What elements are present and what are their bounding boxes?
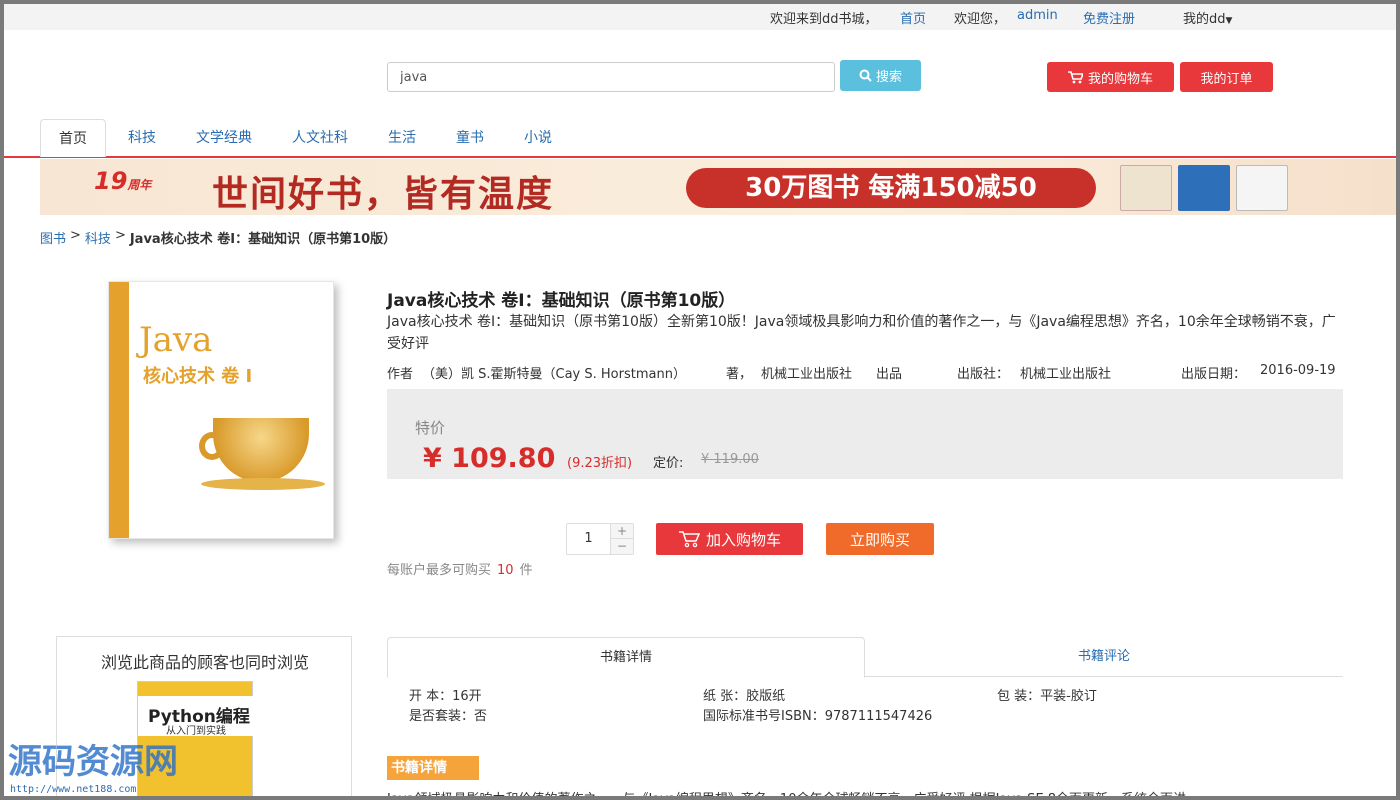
- publish-date-label: 出版日期：: [1181, 367, 1247, 382]
- purchase-limit-suffix: 件: [519, 563, 533, 578]
- nav-tab-literature[interactable]: 文学经典: [178, 119, 270, 157]
- saucer: [201, 478, 325, 490]
- welcome-text: 欢迎来到dd书城，: [770, 12, 878, 27]
- cover-subtitle: 核心技术 卷 I: [143, 366, 253, 387]
- my-orders-button[interactable]: 我的订单: [1180, 62, 1273, 92]
- author-link[interactable]: （美）凯 S.霍斯特曼（Cay S. Horstmann）: [422, 363, 686, 382]
- nav-tab-home[interactable]: 首页: [40, 119, 106, 157]
- nav-tab-life[interactable]: 生活: [370, 119, 434, 157]
- banner-book-image: [1178, 165, 1230, 211]
- producer-suffix: 出品: [876, 367, 903, 382]
- nav-tab-novels[interactable]: 小说: [506, 119, 570, 157]
- price-label: 特价: [415, 419, 446, 437]
- cover-title: Java: [139, 320, 213, 360]
- top-bar: 欢迎来到dd书城， 首页 欢迎您， admin 免费注册 我的dd▼: [4, 4, 1396, 30]
- nav-tab-tech[interactable]: 科技: [110, 119, 174, 157]
- my-cart-button[interactable]: 我的购物车: [1047, 62, 1174, 92]
- spec-format: 开 本：16开: [409, 689, 482, 704]
- breadcrumb: 图书 > 科技 > Java核心技术 卷I：基础知识（原书第10版）: [40, 228, 396, 247]
- publisher-label: 出版社：: [957, 367, 1010, 382]
- book-cover-image[interactable]: Java 核心技术 卷 I: [108, 281, 334, 539]
- author-label: 作者: [387, 367, 414, 382]
- banner-promo: 30万图书 每满150减50: [686, 168, 1096, 208]
- banner-book-image: [1120, 165, 1172, 211]
- search-input[interactable]: [387, 62, 835, 92]
- spec-set: 是否套装：否: [409, 709, 488, 724]
- publish-date: 2016-09-19: [1260, 363, 1336, 378]
- price-box: 特价 ¥ 109.80 (9.23折扣) 定价: ¥ 119.00: [387, 389, 1343, 479]
- quantity-stepper: 1 + −: [566, 523, 634, 555]
- tab-book-details[interactable]: 书籍详情: [387, 637, 865, 678]
- purchase-limit: 每账户最多可购买 10 件: [387, 559, 533, 578]
- current-price: ¥ 109.80: [423, 443, 556, 474]
- list-price: ¥ 119.00: [701, 452, 759, 467]
- breadcrumb-separator: >: [70, 228, 81, 243]
- breadcrumb-separator: >: [114, 228, 126, 243]
- banner-slogan: 世间好书，皆有温度: [212, 173, 555, 215]
- producer-link[interactable]: 机械工业出版社: [761, 363, 852, 382]
- product-title: Java核心技术 卷I：基础知识（原书第10版）: [387, 291, 736, 311]
- home-link[interactable]: 首页: [900, 8, 926, 27]
- details-section-tag: 书籍详情: [387, 756, 479, 780]
- nav-tab-children[interactable]: 童书: [438, 119, 502, 157]
- spec-paper: 纸 张：胶版纸: [703, 689, 786, 704]
- list-price-label: 定价:: [653, 456, 684, 471]
- nav-tab-humanities[interactable]: 人文社科: [274, 119, 366, 157]
- search-button[interactable]: 搜索: [840, 60, 921, 91]
- site-watermark: 源码资源网: [8, 742, 178, 782]
- purchase-limit-prefix: 每账户最多可购买: [387, 563, 492, 578]
- register-link[interactable]: 免费注册: [1083, 8, 1135, 27]
- add-to-cart-label: 加入购物车: [705, 530, 781, 549]
- details-body-text: Java领域极具影响力和价值的著作之一，与《Java编程思想》齐名，10余年全球…: [387, 788, 1186, 796]
- anniversary-suffix: 周年: [127, 178, 152, 192]
- banner-book-image: [1236, 165, 1288, 211]
- my-dd-label: 我的dd: [1183, 12, 1226, 27]
- anniversary-badge: 19周年: [94, 167, 151, 195]
- search-button-label: 搜索: [875, 70, 902, 85]
- quantity-decrease-button[interactable]: −: [611, 539, 633, 554]
- quantity-input[interactable]: 1: [567, 524, 611, 554]
- caret-down-icon: ▼: [1225, 16, 1233, 26]
- search-icon: [859, 69, 872, 82]
- category-nav: 首页 科技 文学经典 人文社科 生活 童书 小说: [40, 119, 574, 157]
- quantity-increase-button[interactable]: +: [611, 524, 633, 539]
- greeting-text: 欢迎您，: [954, 12, 1007, 27]
- breadcrumb-current: Java核心技术 卷I：基础知识（原书第10版）: [129, 232, 397, 247]
- also-viewed-title: 浏览此商品的顾客也同时浏览: [100, 653, 309, 672]
- add-to-cart-button[interactable]: 加入购物车: [656, 523, 803, 555]
- detail-tabs: 书籍详情 书籍评论: [387, 637, 1343, 678]
- purchase-limit-value: 10: [497, 563, 514, 578]
- my-cart-label: 我的购物车: [1087, 71, 1153, 87]
- publisher-link[interactable]: 机械工业出版社: [1020, 363, 1111, 382]
- page-frame: 欢迎来到dd书城， 首页 欢迎您， admin 免费注册 我的dd▼ 搜索 我的…: [4, 4, 1396, 796]
- cart-icon: [1067, 70, 1083, 83]
- username-link[interactable]: admin: [1017, 8, 1058, 23]
- product-description: Java核心技术 卷I：基础知识（原书第10版）全新第10版！Java领域极具影…: [387, 314, 1336, 352]
- anniversary-number: 19: [94, 167, 128, 195]
- my-dd-menu[interactable]: 我的dd▼: [1183, 8, 1232, 27]
- coffee-cup-icon: [213, 418, 309, 482]
- cover-spine: [109, 282, 129, 538]
- spec-binding: 包 装：平装-胶订: [997, 689, 1097, 704]
- nav-divider: [4, 156, 1396, 158]
- breadcrumb-category[interactable]: 科技: [85, 228, 111, 247]
- quantity-buttons: + −: [611, 524, 633, 554]
- my-orders-label: 我的订单: [1200, 71, 1253, 87]
- promo-banner[interactable]: 19周年 世间好书，皆有温度 30万图书 每满150减50: [40, 159, 1396, 215]
- author-suffix: 著，: [726, 367, 753, 382]
- spec-isbn: 国际标准书号ISBN：9787111547426: [703, 709, 933, 724]
- tab-book-reviews[interactable]: 书籍评论: [865, 637, 1343, 677]
- discount-rate: (9.23折扣): [567, 456, 633, 471]
- breadcrumb-root[interactable]: 图书: [40, 228, 66, 247]
- cart-icon: [678, 531, 700, 548]
- watermark-url: http://www.net188.com: [10, 784, 137, 795]
- buy-now-button[interactable]: 立即购买: [826, 523, 934, 555]
